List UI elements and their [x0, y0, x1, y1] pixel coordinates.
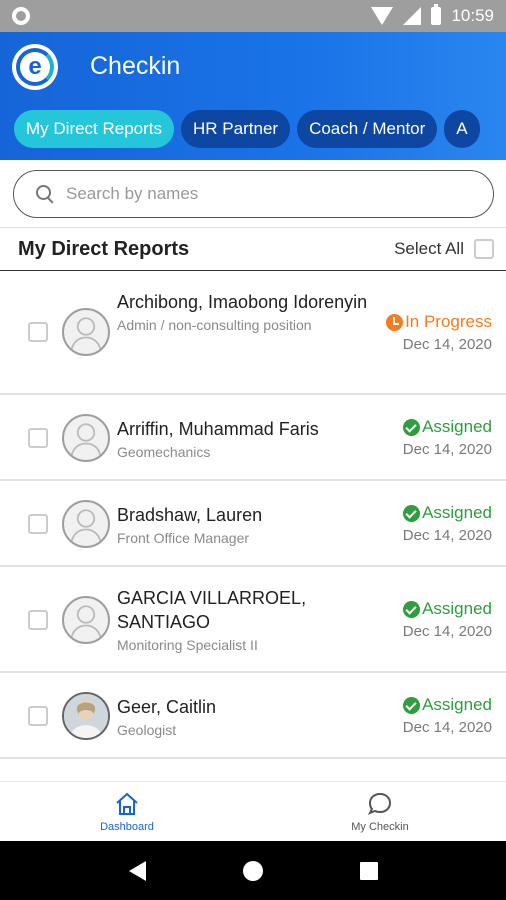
nav-dashboard-label: Dashboard [100, 821, 154, 833]
battery-icon [431, 4, 442, 25]
app-header: e Checkin My Direct Reports HR Partner C… [0, 32, 506, 160]
employee-name: Bradshaw, Lauren [117, 505, 263, 525]
employee-name: GARCIA VILLARROEL, SANTIAGO [117, 588, 307, 632]
employee-role: Geomechanics [117, 444, 211, 460]
list-item[interactable]: Geer, Caitlin Geologist Assigned Dec 14,… [0, 673, 506, 759]
row-checkbox[interactable] [28, 706, 48, 726]
back-icon[interactable] [128, 860, 146, 881]
status-label: Assigned [422, 599, 492, 618]
employee-list: Archibong, Imaobong Idorenyin Admin / no… [0, 271, 506, 759]
row-checkbox[interactable] [28, 514, 48, 534]
recent-apps-icon[interactable] [359, 861, 378, 880]
nav-my-checkin-label: My Checkin [351, 821, 409, 833]
avatar [62, 414, 110, 462]
select-all: Select All [394, 239, 494, 259]
employee-name: Geer, Caitlin [117, 697, 217, 717]
status-date: Dec 14, 2020 [402, 336, 492, 353]
select-all-checkbox[interactable] [474, 239, 494, 259]
tab-bar: My Direct Reports HR Partner Coach / Men… [14, 110, 480, 148]
chat-bubble-icon [367, 792, 392, 815]
status-label: Assigned [422, 503, 492, 522]
status-date: Dec 14, 2020 [402, 527, 492, 544]
employee-name: Archibong, Imaobong Idorenyin [117, 292, 368, 312]
employee-name: Arriffin, Muhammad Faris [117, 419, 319, 439]
status-label: In Progress [405, 312, 492, 331]
home-button-icon[interactable] [242, 860, 263, 881]
avatar [62, 692, 110, 740]
status-label: Assigned [422, 695, 492, 714]
check-circle-icon [403, 504, 421, 522]
clock-icon [386, 313, 404, 331]
signal-icon [403, 7, 422, 25]
check-circle-icon [403, 600, 421, 618]
status-label: Assigned [422, 417, 492, 436]
list-item[interactable]: Arriffin, Muhammad Faris Geomechanics As… [0, 395, 506, 481]
list-item[interactable]: GARCIA VILLARROEL, SANTIAGO Monitoring S… [0, 567, 506, 673]
section-header: My Direct Reports Select All [0, 227, 506, 271]
system-nav-bar [0, 841, 506, 900]
row-checkbox[interactable] [28, 428, 48, 448]
avatar [62, 596, 110, 644]
status-date: Dec 14, 2020 [402, 719, 492, 736]
search-bar [13, 170, 494, 218]
employee-role: Admin / non-consulting position [117, 317, 312, 333]
employee-role: Geologist [117, 722, 177, 738]
row-checkbox[interactable] [28, 322, 48, 342]
app-title: Checkin [90, 52, 181, 80]
status-date: Dec 14, 2020 [402, 441, 492, 458]
check-circle-icon [403, 418, 421, 436]
section-title: My Direct Reports [18, 237, 190, 260]
list-item[interactable]: Archibong, Imaobong Idorenyin Admin / no… [0, 271, 506, 395]
employee-role: Front Office Manager [117, 530, 250, 546]
employee-role: Monitoring Specialist II [117, 637, 258, 653]
list-item[interactable]: Bradshaw, Lauren Front Office Manager As… [0, 481, 506, 567]
status-date: Dec 14, 2020 [402, 623, 492, 640]
app-logo: e [12, 44, 58, 90]
tab-hr-partner[interactable]: HR Partner [181, 110, 291, 148]
tab-coach-mentor[interactable]: Coach / Mentor [297, 110, 438, 148]
status-time: 10:59 [451, 6, 494, 25]
notification-icon [12, 7, 30, 25]
status-bar: 10:59 [0, 0, 506, 32]
avatar [62, 500, 110, 548]
tab-overflow[interactable]: A [444, 110, 480, 148]
search-icon [36, 185, 54, 203]
tab-my-direct-reports[interactable]: My Direct Reports [14, 110, 175, 148]
home-icon [116, 792, 138, 815]
search-input[interactable] [66, 184, 466, 204]
avatar [62, 308, 110, 356]
nav-my-checkin[interactable]: My Checkin [300, 782, 460, 842]
nav-dashboard[interactable]: Dashboard [47, 782, 207, 842]
check-circle-icon [403, 696, 421, 714]
select-all-label: Select All [394, 239, 464, 258]
row-checkbox[interactable] [28, 610, 48, 630]
bottom-nav: Dashboard My Checkin [0, 781, 506, 841]
wifi-icon [371, 7, 394, 25]
